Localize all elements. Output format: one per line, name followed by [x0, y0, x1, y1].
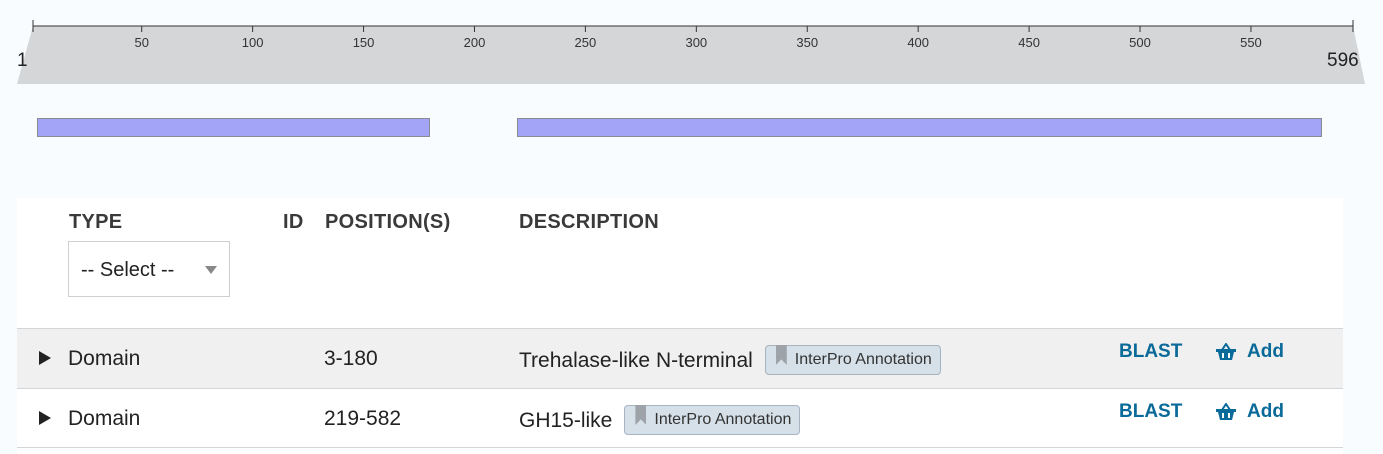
column-header-description: DESCRIPTION: [519, 211, 659, 233]
caret-down-icon: [205, 266, 217, 274]
column-header-positions: POSITION(S): [325, 211, 451, 233]
bookmark-icon: [775, 345, 787, 365]
blast-link[interactable]: BLAST: [1119, 401, 1182, 423]
add-to-basket-button[interactable]: Add: [1215, 341, 1284, 363]
row-description: Trehalase-like N-terminal InterPro Annot…: [519, 345, 941, 375]
ruler-end-label: 596: [1327, 50, 1359, 71]
badge-label: InterPro Annotation: [794, 351, 932, 368]
basket-icon: [1216, 343, 1236, 360]
row-positions: 219-582: [324, 407, 402, 430]
row-type: Domain: [68, 347, 141, 370]
ruler-graphic: 50 100 150 200 250 300 350 400 450 500 550: [17, 20, 1365, 84]
ruler-tick-label: 150: [353, 35, 375, 50]
add-label: Add: [1247, 341, 1284, 362]
ruler-tick-label: 450: [1018, 35, 1040, 50]
type-filter-select[interactable]: -- Select --: [68, 241, 230, 297]
row-positions: 3-180: [324, 347, 378, 370]
add-label: Add: [1247, 401, 1284, 422]
row-description-text: Trehalase-like N-terminal: [519, 349, 753, 372]
features-table: TYPE ID POSITION(S) DESCRIPTION -- Selec…: [17, 198, 1343, 454]
blast-link[interactable]: BLAST: [1119, 341, 1182, 363]
ruler-tick-label: 250: [575, 35, 597, 50]
feature-track-bar[interactable]: [516, 118, 1322, 137]
add-to-basket-button[interactable]: Add: [1215, 401, 1284, 423]
table-row: Domain 3-180 Trehalase-like N-terminal I…: [17, 328, 1343, 388]
ruler-tick-label: 500: [1129, 35, 1151, 50]
row-description-text: GH15-like: [519, 409, 613, 432]
ruler-tick-label: 100: [242, 35, 264, 50]
interpro-annotation-badge[interactable]: InterPro Annotation: [624, 405, 801, 435]
row-type: Domain: [68, 407, 141, 430]
row-description: GH15-like InterPro Annotation: [519, 405, 801, 435]
basket-icon: [1216, 403, 1236, 420]
triangle-right-icon[interactable]: [39, 351, 51, 365]
ruler-tick-label: 550: [1240, 35, 1262, 50]
type-filter-value: -- Select --: [81, 259, 175, 281]
triangle-right-icon[interactable]: [39, 411, 51, 425]
column-header-type: TYPE: [69, 211, 123, 233]
feature-track-bar[interactable]: [37, 118, 431, 137]
ruler-tick-label: 350: [796, 35, 818, 50]
sequence-ruler: 50 100 150 200 250 300 350 400 450 500 550 1 596: [0, 0, 1383, 100]
table-row: Domain 219-582 GH15-like InterPro Annota…: [17, 388, 1343, 448]
ruler-tick-label: 50: [134, 35, 148, 50]
interpro-annotation-badge[interactable]: InterPro Annotation: [764, 345, 941, 375]
ruler-tick-label: 300: [685, 35, 707, 50]
badge-label: InterPro Annotation: [654, 411, 792, 428]
bookmark-icon: [635, 405, 647, 425]
ruler-tick-label: 200: [464, 35, 486, 50]
column-header-id: ID: [283, 211, 304, 233]
ruler-start-label: 1: [17, 50, 28, 71]
ruler-tick-label: 400: [907, 35, 929, 50]
